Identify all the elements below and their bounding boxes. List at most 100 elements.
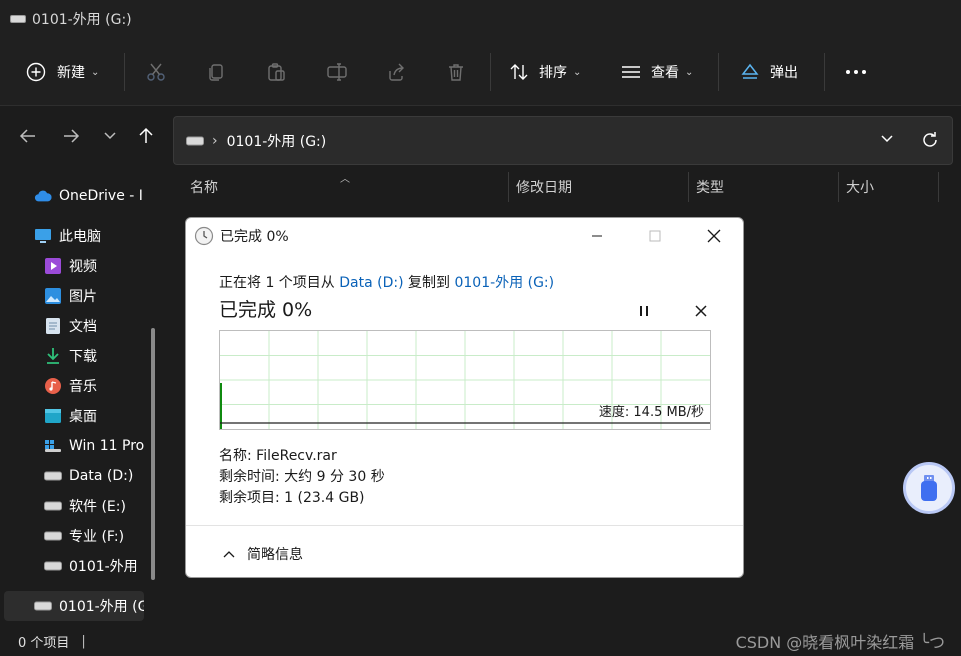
chevron-down-icon: ⌄ (91, 66, 100, 78)
sidebar-item-label: Win 11 Pro (69, 438, 144, 454)
rename-button[interactable] (326, 38, 348, 106)
up-button[interactable] (134, 124, 158, 148)
toolbar-divider (490, 53, 491, 91)
toolbar-divider (718, 53, 719, 91)
address-bar[interactable]: › 0101-外用 (G:) (173, 116, 953, 165)
sidebar-item-drive-e[interactable]: 软件 (E:) (44, 491, 150, 521)
sidebar-item-drive-f[interactable]: 专业 (F:) (44, 521, 150, 551)
sidebar-item-label: OneDrive - I (59, 188, 143, 204)
sidebar-item-drive-g-root[interactable]: 0101-外用 (G (4, 591, 144, 621)
sidebar-item-label: 桌面 (69, 409, 97, 425)
chevron-down-icon: ⌄ (573, 66, 582, 78)
sidebar-item-music[interactable]: 音乐 (44, 371, 150, 401)
monitor-icon (34, 227, 52, 245)
items-remaining: 剩余项目: 1 (23.4 GB) (219, 490, 365, 506)
sidebar-item-label: Data (D:) (69, 468, 134, 484)
close-icon (707, 229, 721, 243)
sidebar-item-label: 文档 (69, 319, 97, 335)
pause-button[interactable] (635, 302, 653, 320)
refresh-button[interactable] (920, 130, 940, 154)
graph-progress-fill (220, 383, 222, 429)
eject-icon (741, 63, 759, 79)
destination-link[interactable]: 0101-外用 (G:) (454, 275, 554, 291)
column-header-type[interactable]: 类型 (696, 168, 724, 206)
column-divider[interactable] (838, 172, 839, 202)
view-list-icon (622, 66, 640, 78)
less-details-button[interactable]: 简略信息 (223, 544, 303, 564)
sidebar-item-pictures[interactable]: 图片 (44, 281, 150, 311)
sidebar-item-drive-g[interactable]: 0101-外用 (44, 551, 148, 581)
arrow-left-icon (19, 129, 35, 143)
maximize-icon (649, 230, 661, 242)
toolbar-divider (124, 53, 125, 91)
breadcrumb-chevron-icon: › (212, 132, 218, 149)
chevron-down-icon (881, 135, 893, 143)
column-header-size[interactable]: 大小 (846, 168, 874, 206)
breadcrumb-path[interactable]: 0101-外用 (G:) (227, 131, 327, 151)
sort-button[interactable]: 排序 ⌄ (509, 38, 581, 106)
sidebar-item-label: 视频 (69, 259, 97, 275)
pause-icon (640, 306, 648, 316)
status-divider: | (81, 633, 86, 649)
sidebar-item-downloads[interactable]: 下载 (44, 341, 150, 371)
address-dropdown-button[interactable] (880, 132, 894, 150)
eject-button[interactable]: 弹出 (740, 38, 798, 106)
sidebar-item-drive-d[interactable]: Data (D:) (44, 461, 150, 491)
sidebar-item-win11-drive[interactable]: Win 11 Pro (44, 431, 144, 461)
close-button[interactable] (701, 224, 727, 248)
share-button[interactable] (386, 38, 406, 106)
arrow-right-icon (64, 129, 80, 143)
drive-icon (44, 497, 62, 515)
time-remaining: 剩余时间: 大约 9 分 30 秒 (219, 469, 385, 485)
column-divider[interactable] (688, 172, 689, 202)
navigation-pane: OneDrive - I 此电脑 视频 图片 文档 下载 音乐 桌面 Win 1… (0, 168, 165, 626)
drive-icon (44, 557, 62, 575)
clipboard-icon (268, 63, 285, 81)
maximize-button[interactable] (642, 224, 668, 248)
sidebar-item-label: 0101-外用 (G (59, 599, 144, 615)
column-divider[interactable] (938, 172, 939, 202)
sidebar-scrollbar[interactable] (151, 328, 155, 580)
drive-icon (34, 597, 52, 615)
download-icon (44, 347, 62, 365)
file-name: 名称: FileRecv.rar (219, 448, 337, 464)
delete-button[interactable] (446, 38, 466, 106)
picture-icon (44, 287, 62, 305)
sidebar-item-label: 下载 (69, 349, 97, 365)
sort-icon (510, 64, 528, 80)
sidebar-item-desktop[interactable]: 桌面 (44, 401, 150, 431)
view-button[interactable]: 查看 ⌄ (621, 38, 693, 106)
new-button[interactable]: 新建 ⌄ (26, 38, 99, 106)
sidebar-item-onedrive[interactable]: OneDrive - I (34, 181, 146, 211)
rename-icon (327, 63, 347, 81)
paste-button[interactable] (266, 38, 286, 106)
chevron-up-icon (223, 551, 235, 558)
arrow-up-icon (139, 127, 153, 143)
scissors-icon (147, 63, 165, 81)
forward-button[interactable] (59, 124, 83, 148)
drive-icon (186, 136, 204, 145)
column-header-name[interactable]: 名称 (190, 168, 218, 206)
copy-description: 正在将 1 个项目从 Data (D:) 复制到 0101-外用 (G:) (219, 272, 554, 292)
sort-label: 排序 (539, 65, 567, 81)
minimize-button[interactable] (584, 224, 610, 248)
sidebar-item-documents[interactable]: 文档 (44, 311, 150, 341)
sidebar-item-this-pc[interactable]: 此电脑 (34, 221, 146, 251)
document-icon (44, 317, 62, 335)
back-button[interactable] (16, 124, 40, 148)
minimize-icon (592, 235, 602, 237)
usb-widget[interactable] (903, 462, 955, 514)
column-header-modified[interactable]: 修改日期 (516, 168, 572, 206)
sidebar-item-label: 此电脑 (59, 229, 101, 245)
copy-button[interactable] (206, 38, 226, 106)
source-link[interactable]: Data (D:) (339, 275, 403, 291)
cut-button[interactable] (146, 38, 166, 106)
recent-locations-button[interactable] (98, 124, 122, 148)
clock-icon (194, 226, 214, 246)
drive-icon (44, 467, 62, 485)
more-options-button[interactable] (845, 38, 867, 106)
drive-icon (10, 15, 26, 23)
cancel-copy-button[interactable] (692, 302, 710, 320)
sidebar-item-videos[interactable]: 视频 (44, 251, 150, 281)
column-divider[interactable] (508, 172, 509, 202)
